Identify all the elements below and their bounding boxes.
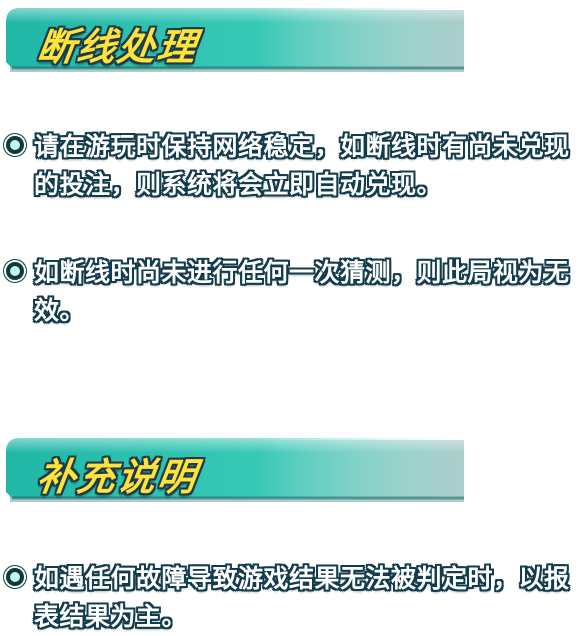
list-item-text: 请在游玩时保持网络稳定，如断线时有尚未兑现的投注，则系统将会立即自动兑现。	[34, 132, 570, 199]
section-title: 断线处理	[34, 25, 201, 69]
section-header-disconnect: 断线处理	[4, 6, 464, 76]
section-title: 补充说明	[34, 455, 201, 499]
ring-bullet-icon	[6, 136, 24, 154]
list-item-text: 如遇任何故障导致游戏结果无法被判定时，以报表结果为主。	[34, 564, 570, 631]
section-header-supplement: 补充说明	[4, 436, 464, 506]
ring-bullet-icon	[6, 262, 24, 280]
list-item-text: 如断线时尚未进行任何一次猜测，则此局视为无效。	[34, 258, 570, 325]
ring-bullet-icon	[6, 568, 24, 586]
